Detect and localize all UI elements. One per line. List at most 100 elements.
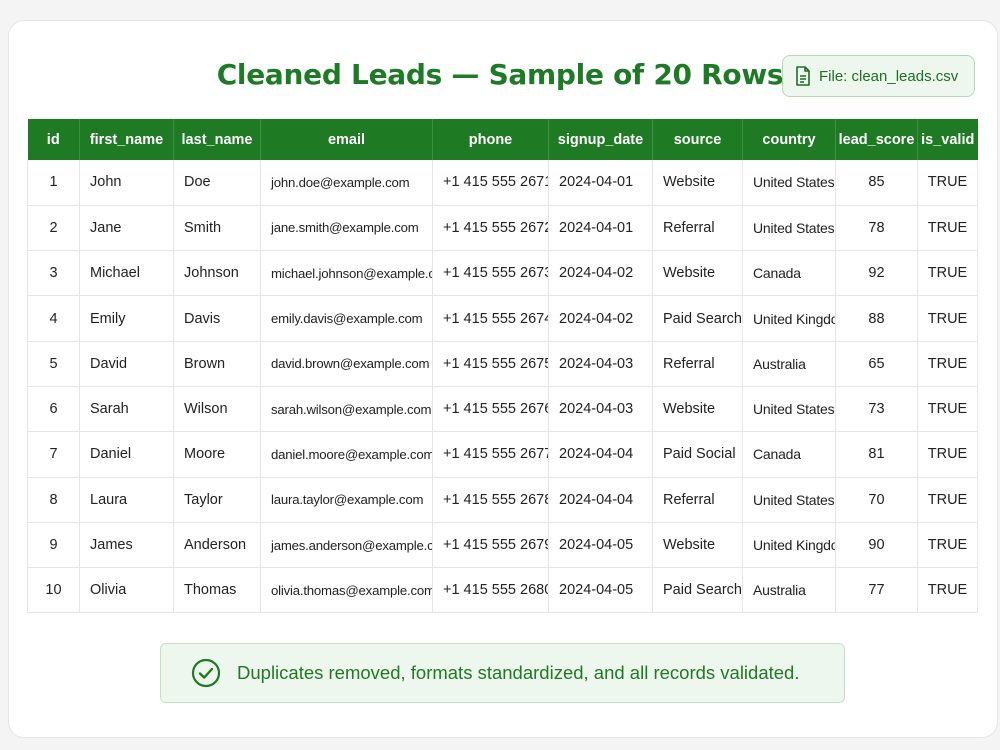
cell-id: 1: [27, 160, 80, 206]
cell-phone: +1 415 555 2680: [432, 567, 549, 614]
cell-country: United Kingdom: [742, 522, 836, 569]
column-header-is-valid[interactable]: is_valid: [917, 119, 978, 160]
cell-lead-score: 70: [835, 477, 918, 523]
cell-country: Canada: [742, 431, 836, 478]
cell-email: david.brown@example.com: [260, 341, 433, 387]
cell-lead-score: 88: [835, 295, 918, 342]
column-header-lead-score[interactable]: lead_score: [835, 119, 918, 160]
cell-phone: +1 415 555 2673: [432, 250, 549, 297]
column-header-id[interactable]: id: [27, 119, 80, 160]
cell-source: Referral: [652, 341, 743, 387]
cell-is-valid: TRUE: [917, 250, 978, 297]
cell-id: 5: [27, 341, 80, 387]
cell-first-name: Laura: [79, 477, 174, 523]
cell-last-name: Moore: [173, 431, 261, 478]
cell-country: United States: [742, 386, 836, 433]
cell-id: 10: [27, 567, 80, 614]
cell-signup-date: 2024-04-02: [548, 250, 653, 297]
cell-signup-date: 2024-04-03: [548, 341, 653, 387]
cell-country: United States: [742, 205, 836, 252]
column-header-last-name[interactable]: last_name: [173, 119, 261, 160]
cell-phone: +1 415 555 2674: [432, 295, 549, 342]
cell-is-valid: TRUE: [917, 522, 978, 569]
cell-email: michael.johnson@example.com: [260, 250, 433, 297]
cell-last-name: Thomas: [173, 567, 261, 614]
cell-country: Australia: [742, 341, 836, 387]
cell-phone: +1 415 555 2672: [432, 205, 549, 252]
cell-is-valid: TRUE: [917, 205, 978, 252]
status-banner: Duplicates removed, formats standardized…: [160, 643, 845, 703]
cell-source: Referral: [652, 205, 743, 252]
file-chip[interactable]: File: clean_leads.csv: [782, 55, 975, 97]
cell-last-name: Anderson: [173, 522, 261, 569]
cell-email: daniel.moore@example.com: [260, 431, 433, 478]
cell-country: Canada: [742, 250, 836, 297]
leads-table: id first_name last_name email phone signup_da…: [27, 119, 978, 614]
cell-is-valid: TRUE: [917, 341, 978, 387]
cell-first-name: John: [79, 160, 174, 206]
check-circle-icon: [191, 658, 221, 688]
cell-last-name: Wilson: [173, 386, 261, 433]
table-row[interactable]: 8 Laura Taylor laura.taylor@example.com +1 4…: [27, 477, 978, 523]
cell-phone: +1 415 555 2677: [432, 431, 549, 478]
table-row[interactable]: 2 Jane Smith jane.smith@example.com +1 415 5…: [27, 205, 978, 252]
cell-last-name: Taylor: [173, 477, 261, 523]
cell-last-name: Johnson: [173, 250, 261, 297]
cell-first-name: Jane: [79, 205, 174, 252]
cell-phone: +1 415 555 2678: [432, 477, 549, 523]
cell-signup-date: 2024-04-03: [548, 386, 653, 433]
cell-source: Website: [652, 250, 743, 297]
table-row[interactable]: 1 John Doe john.doe@example.com +1 415 555 2…: [27, 160, 978, 206]
cell-country: Australia: [742, 567, 836, 614]
cell-first-name: Sarah: [79, 386, 174, 433]
cell-source: Referral: [652, 477, 743, 523]
cell-signup-date: 2024-04-05: [548, 567, 653, 614]
cell-is-valid: TRUE: [917, 160, 978, 206]
cell-email: olivia.thomas@example.com: [260, 567, 433, 614]
cell-first-name: Emily: [79, 295, 174, 342]
cell-lead-score: 92: [835, 250, 918, 297]
cell-first-name: Daniel: [79, 431, 174, 478]
table-row[interactable]: 6 Sarah Wilson sarah.wilson@example.com +1 4…: [27, 386, 978, 433]
column-header-email[interactable]: email: [260, 119, 433, 160]
cell-source: Website: [652, 386, 743, 433]
cell-email: emily.davis@example.com: [260, 295, 433, 342]
column-header-phone[interactable]: phone: [432, 119, 549, 160]
column-header-first-name[interactable]: first_name: [79, 119, 174, 160]
cell-email: sarah.wilson@example.com: [260, 386, 433, 433]
cell-phone: +1 415 555 2676: [432, 386, 549, 433]
cell-id: 3: [27, 250, 80, 297]
cell-lead-score: 81: [835, 431, 918, 478]
cell-signup-date: 2024-04-01: [548, 160, 653, 206]
file-chip-label: File: clean_leads.csv: [819, 67, 959, 85]
cell-signup-date: 2024-04-04: [548, 431, 653, 478]
cell-signup-date: 2024-04-02: [548, 295, 653, 342]
cell-source: Website: [652, 522, 743, 569]
document-icon: [796, 66, 810, 86]
cell-lead-score: 90: [835, 522, 918, 569]
table-row[interactable]: 5 David Brown david.brown@example.com +1 415…: [27, 341, 978, 387]
cell-email: john.doe@example.com: [260, 160, 433, 206]
cell-first-name: Michael: [79, 250, 174, 297]
cell-lead-score: 65: [835, 341, 918, 387]
table-row[interactable]: 9JamesAndersonjames.anderson@example.com…: [27, 522, 978, 569]
cell-email: james.anderson@example.com: [260, 522, 433, 569]
cell-phone: +1 415 555 2675: [432, 341, 549, 387]
cell-last-name: Brown: [173, 341, 261, 387]
cell-is-valid: TRUE: [917, 386, 978, 433]
table-row[interactable]: 4 Emily Davis emily.davis@example.com +1 415…: [27, 295, 978, 342]
cell-first-name: David: [79, 341, 174, 387]
column-header-country[interactable]: country: [742, 119, 836, 160]
table-row[interactable]: 7 Daniel Moore daniel.moore@example.com +1 4…: [27, 431, 978, 478]
table-row[interactable]: 3MichaelJohnsonmichael.johnson@example.c…: [27, 250, 978, 297]
cell-lead-score: 85: [835, 160, 918, 206]
cell-id: 2: [27, 205, 80, 252]
table-row[interactable]: 10 Olivia Thomas olivia.thomas@example.com +…: [27, 567, 978, 614]
column-header-source[interactable]: source: [652, 119, 743, 160]
cell-email: jane.smith@example.com: [260, 205, 433, 252]
cell-phone: +1 415 555 2679: [432, 522, 549, 569]
cell-signup-date: 2024-04-04: [548, 477, 653, 523]
column-header-signup-date[interactable]: signup_date: [548, 119, 653, 160]
cell-last-name: Smith: [173, 205, 261, 252]
cell-last-name: Davis: [173, 295, 261, 342]
